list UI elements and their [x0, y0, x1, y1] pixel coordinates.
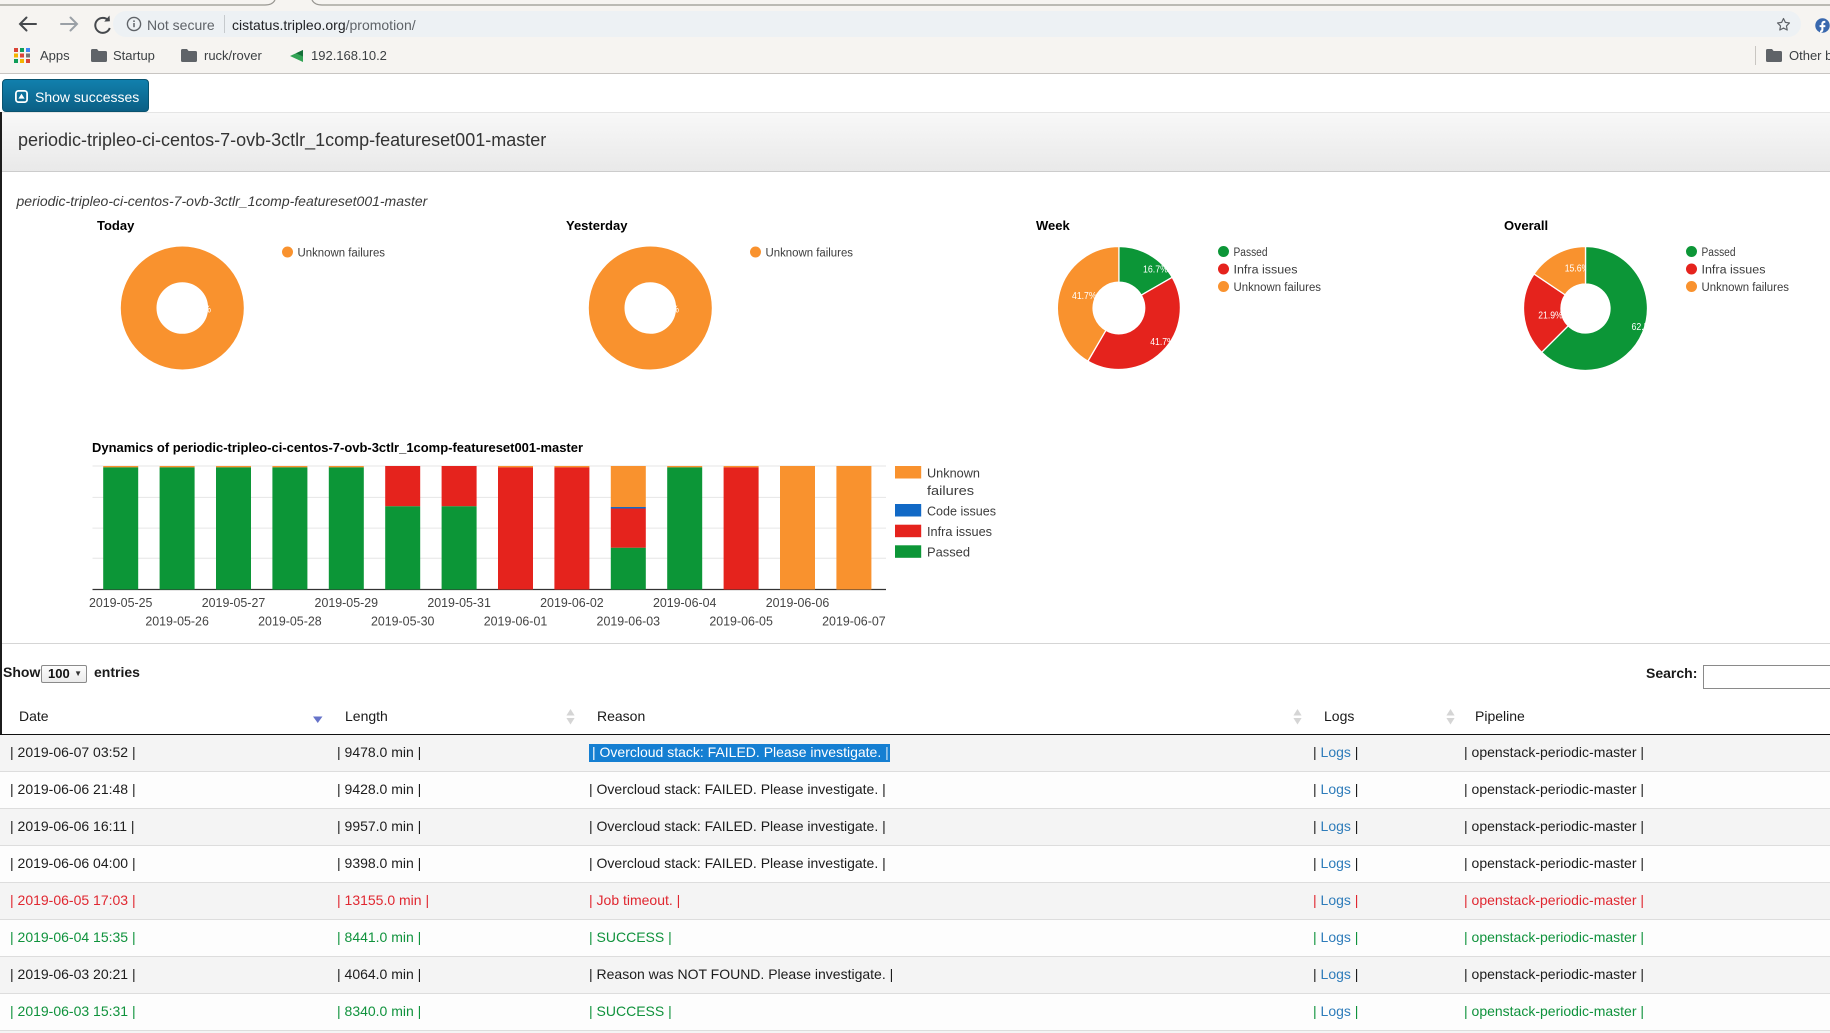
svg-text:Code issues: Code issues: [927, 504, 996, 519]
svg-text:2019-06-06: 2019-06-06: [766, 595, 830, 610]
svg-text:Unknown failures: Unknown failures: [766, 248, 854, 260]
svg-text:2019-06-04: 2019-06-04: [653, 595, 717, 610]
svg-text:Today: Today: [97, 218, 135, 233]
svg-text:62.5%: 62.5%: [1632, 321, 1657, 333]
svg-text:2019-05-27: 2019-05-27: [202, 595, 266, 610]
svg-text:Passed: Passed: [1702, 247, 1736, 259]
svg-text:21.9%: 21.9%: [1538, 310, 1563, 322]
svg-text:2019-06-01: 2019-06-01: [484, 614, 548, 629]
svg-text:Infra issues: Infra issues: [1234, 265, 1298, 277]
svg-text:Infra issues: Infra issues: [1702, 265, 1766, 277]
svg-text:failures: failures: [927, 483, 975, 498]
svg-text:2019-06-03: 2019-06-03: [597, 614, 661, 629]
svg-text:Week: Week: [1036, 218, 1070, 233]
svg-text:2019-05-28: 2019-05-28: [258, 614, 322, 629]
svg-text:2019-06-02: 2019-06-02: [540, 595, 604, 610]
svg-text:2019-05-30: 2019-05-30: [371, 614, 435, 629]
svg-text:100%: 100%: [188, 304, 211, 316]
svg-text:Unknown: Unknown: [927, 466, 980, 481]
svg-text:Passed: Passed: [1234, 247, 1268, 259]
svg-text:2019-05-31: 2019-05-31: [427, 595, 491, 610]
svg-text:2019-05-25: 2019-05-25: [89, 595, 153, 610]
svg-text:Dynamics of periodic-tripleo-c: Dynamics of periodic-tripleo-ci-centos-7…: [92, 440, 583, 455]
svg-text:100%: 100%: [656, 304, 679, 316]
svg-text:16.7%: 16.7%: [1143, 263, 1168, 275]
svg-text:Infra issues: Infra issues: [927, 524, 992, 539]
svg-text:2019-05-26: 2019-05-26: [145, 614, 209, 629]
svg-text:Yesterday: Yesterday: [566, 218, 628, 233]
svg-text:Passed: Passed: [927, 545, 970, 560]
svg-text:2019-06-07: 2019-06-07: [822, 614, 886, 629]
svg-text:Unknown failures: Unknown failures: [1234, 282, 1322, 294]
svg-text:Unknown failures: Unknown failures: [1702, 282, 1790, 294]
svg-text:2019-06-05: 2019-06-05: [709, 614, 773, 629]
svg-text:2019-05-29: 2019-05-29: [315, 595, 379, 610]
svg-text:41.7%: 41.7%: [1150, 336, 1175, 348]
svg-text:Overall: Overall: [1504, 218, 1548, 233]
svg-text:Unknown failures: Unknown failures: [298, 248, 386, 260]
svg-text:41.7%: 41.7%: [1072, 290, 1097, 302]
